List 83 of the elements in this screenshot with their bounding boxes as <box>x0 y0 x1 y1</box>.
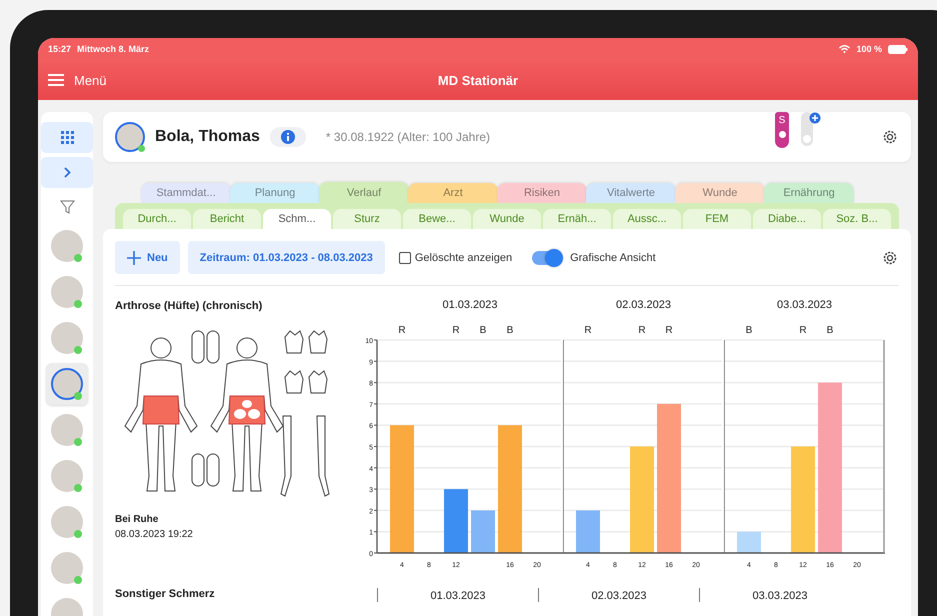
bar-label: R <box>398 325 406 336</box>
sub-tab[interactable]: FEM <box>683 209 751 229</box>
battery-percent: 100 % <box>856 44 882 54</box>
menu-button[interactable]: Menü <box>48 72 107 88</box>
resident-item[interactable] <box>46 363 88 405</box>
sub-tab[interactable]: Sturz <box>333 209 401 229</box>
info-button[interactable] <box>270 127 306 147</box>
bar-label: R <box>665 325 673 336</box>
bar-label: R <box>799 325 807 336</box>
view-toggle[interactable] <box>532 250 562 264</box>
avatar <box>51 460 83 492</box>
bar-label: R <box>584 325 592 336</box>
status-date: Mittwoch 8. März <box>77 44 150 54</box>
app-title: MD Stationär <box>438 72 518 88</box>
grid-button[interactable] <box>41 122 93 153</box>
pain-situation: Bei Ruhe <box>115 514 160 525</box>
sub-tab[interactable]: Bericht <box>193 209 261 229</box>
chart-title: 03.03.2023 <box>776 299 832 311</box>
status-dot <box>74 484 82 492</box>
bar-label: R <box>452 325 460 336</box>
bar-label: B <box>506 325 514 336</box>
new-button[interactable]: Neu <box>115 241 180 274</box>
category-tab[interactable]: Arzt <box>408 183 498 203</box>
status-dot <box>74 576 82 584</box>
sub-tab[interactable]: Soz. B... <box>823 209 891 229</box>
bar-label: R <box>638 325 646 336</box>
sub-tab[interactable]: Diabe... <box>753 209 821 229</box>
status-dot <box>74 530 82 538</box>
chart-title: 01.03.2023 <box>442 299 498 311</box>
status-dot <box>74 346 82 354</box>
sub-tab[interactable]: Aussc... <box>613 209 681 229</box>
show-deleted-checkbox[interactable]: Gelöschte anzeigen <box>398 252 512 264</box>
avatar <box>51 368 83 400</box>
sub-tab[interactable]: Wunde <box>473 209 541 229</box>
birth-date: * 30.08.1922 (Alter: 100 Jahre) <box>326 130 492 144</box>
bar-label: B <box>826 325 834 336</box>
category-tab[interactable]: Vitalwerte <box>586 183 676 203</box>
chevron-right-icon <box>64 167 70 178</box>
date-header: 03.03.2023 <box>699 588 860 602</box>
date-header: 01.03.2023 <box>377 588 538 602</box>
info-icon <box>280 130 295 144</box>
patient-name: Bola, Thomas <box>155 128 260 146</box>
checkbox[interactable] <box>398 252 411 264</box>
timestamp: 08.03.2023 19:22 <box>115 529 194 540</box>
plus-icon <box>127 250 141 264</box>
period-button[interactable]: Zeitraum: 01.03.2023 - 08.03.2023 <box>188 241 385 274</box>
avatar <box>115 122 145 152</box>
section-title: Arthrose (Hüfte) (chronisch) <box>115 300 264 312</box>
avatar <box>51 506 83 538</box>
avatar <box>51 276 83 308</box>
avatar <box>51 552 83 584</box>
settings-icon[interactable] <box>881 128 899 146</box>
menu-icon <box>48 74 64 86</box>
battery-icon <box>888 44 908 54</box>
category-tab[interactable]: Planung <box>230 183 320 203</box>
section-title: Sonstiger Schmerz <box>115 588 216 600</box>
category-tab[interactable]: Ernährung <box>764 183 854 203</box>
category-tab[interactable]: Wunde <box>675 183 765 203</box>
avatar <box>51 322 83 354</box>
status-dot <box>74 438 82 446</box>
status-dot <box>74 300 82 308</box>
status-dot <box>74 254 82 262</box>
bar-label: B <box>480 325 486 336</box>
sub-tab[interactable]: Bewe... <box>403 209 471 229</box>
date-header: 02.03.2023 <box>538 588 699 602</box>
sub-tab[interactable]: Schm... <box>263 209 331 229</box>
status-dot <box>74 392 82 400</box>
category-tab[interactable]: Verlauf <box>319 182 409 203</box>
avatar <box>51 414 83 446</box>
chart-title: 02.03.2023 <box>616 299 672 311</box>
sub-tab[interactable]: Ernäh... <box>543 209 611 229</box>
wifi-icon <box>839 45 850 53</box>
bar-label: B <box>746 325 752 336</box>
add-tag-icon[interactable] <box>799 112 821 148</box>
filter-icon[interactable] <box>60 200 74 215</box>
category-tab[interactable]: Risiken <box>497 183 587 203</box>
status-time: 15:27 <box>48 44 72 54</box>
status-tag[interactable]: S <box>775 112 789 148</box>
toggle-label: Grafische Ansicht <box>570 252 656 264</box>
category-tab[interactable]: Stammdat... <box>141 183 231 203</box>
grid-icon <box>60 131 74 144</box>
avatar <box>51 230 83 262</box>
sub-tab[interactable]: Durch... <box>123 209 191 229</box>
